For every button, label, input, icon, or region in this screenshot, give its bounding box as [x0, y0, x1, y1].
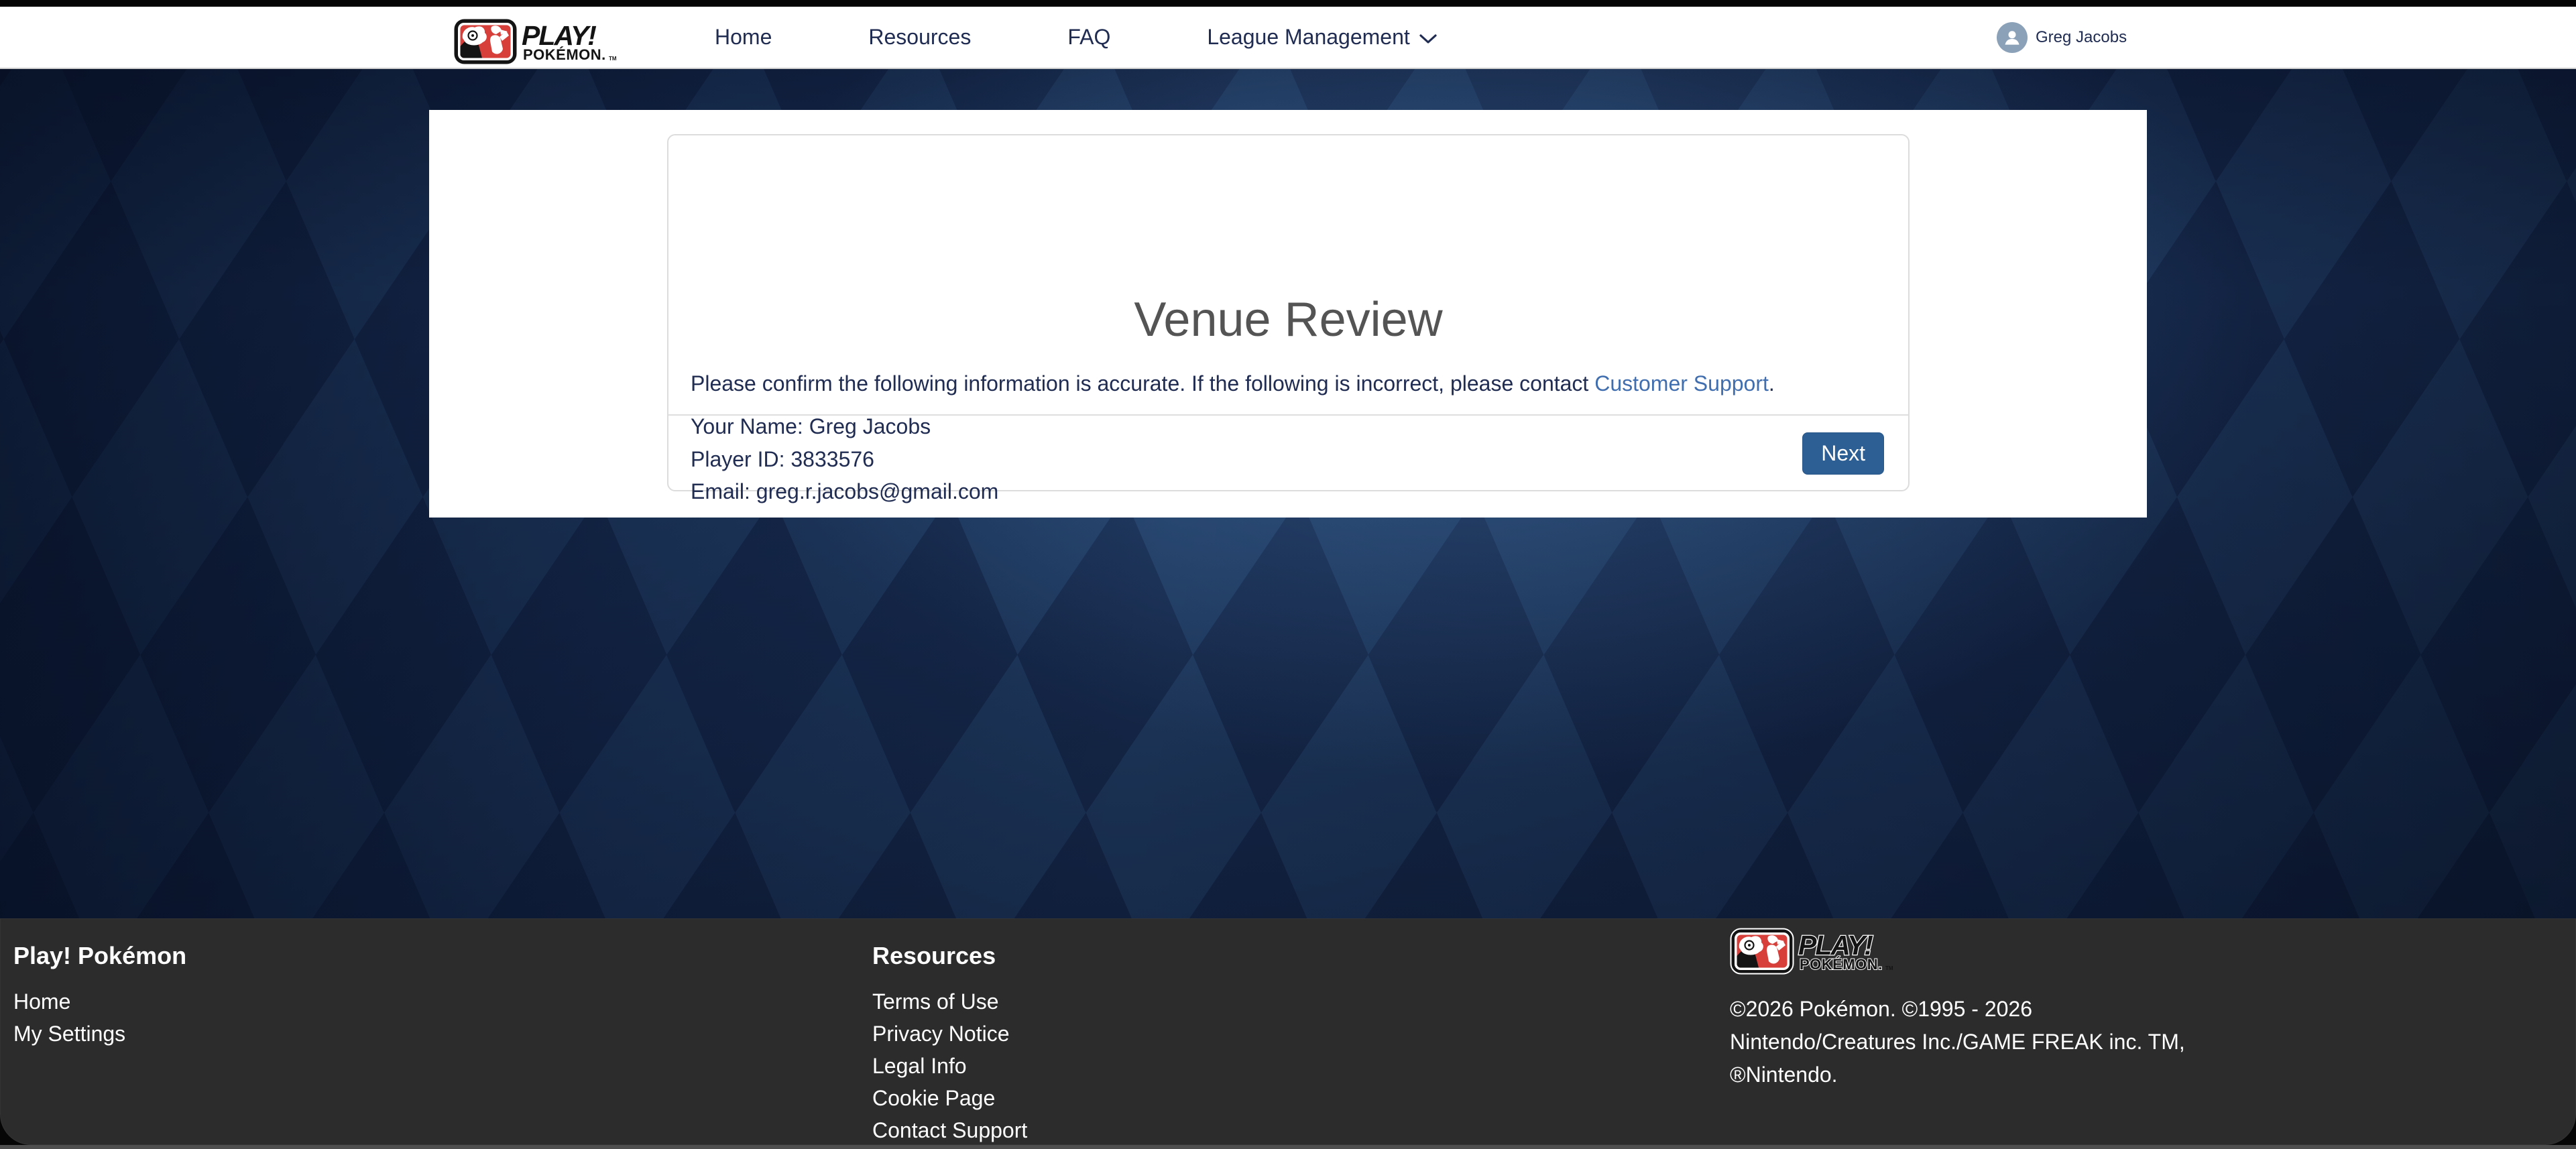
nav-item-faq[interactable]: FAQ	[1019, 7, 1159, 68]
nav-item-home[interactable]: Home	[666, 7, 820, 68]
play-pokemon-logo-footer: PLAY! POKÉMON. TM	[1730, 928, 1931, 975]
footer-column-resources: Resources Terms of Use Privacy Notice Le…	[872, 940, 1027, 1146]
logo-tm-mark: TM	[609, 56, 617, 62]
instructions-text-suffix: .	[1769, 371, 1775, 396]
footer-column-legal: PLAY! POKÉMON. TM ©2026 Pokémon. ©1995 -…	[1730, 928, 2185, 1091]
footer-link-legal-info[interactable]: Legal Info	[872, 1050, 1027, 1082]
customer-support-link[interactable]: Customer Support	[1594, 371, 1769, 396]
copyright-line: ®Nintendo.	[1730, 1059, 2185, 1091]
copyright-line: ©2026 Pokémon. ©1995 - 2026	[1730, 993, 2185, 1026]
footer-links: Terms of Use Privacy Notice Legal Info C…	[872, 985, 1027, 1146]
person-icon	[2002, 27, 2022, 48]
card-footer: Next	[668, 414, 1908, 490]
play-pokemon-badge-icon	[455, 19, 517, 64]
nav-links: Home Resources FAQ League Management	[666, 7, 1485, 68]
footer-link-home[interactable]: Home	[13, 985, 186, 1018]
play-pokemon-logo[interactable]: PLAY! POKÉMON. TM	[453, 18, 654, 65]
user-menu[interactable]: Greg Jacobs	[1997, 7, 2127, 68]
nav-item-home-label: Home	[715, 25, 772, 50]
footer-baseboard	[0, 1145, 2576, 1149]
footer-link-privacy-notice[interactable]: Privacy Notice	[872, 1018, 1027, 1050]
footer-link-cookie-page[interactable]: Cookie Page	[872, 1082, 1027, 1114]
footer-link-terms-of-use[interactable]: Terms of Use	[872, 985, 1027, 1018]
footer-links: Home My Settings	[13, 985, 186, 1050]
play-pokemon-badge-icon	[1731, 929, 1794, 974]
copyright-line: Nintendo/Creatures Inc./GAME FREAK inc. …	[1730, 1026, 2185, 1059]
instructions-text: Please confirm the following information…	[691, 371, 1594, 396]
nav-item-resources[interactable]: Resources	[820, 7, 1019, 68]
confirmation-instructions: Please confirm the following information…	[691, 367, 1891, 400]
nav-item-faq-label: FAQ	[1067, 25, 1110, 50]
footer-link-contact-support[interactable]: Contact Support	[872, 1114, 1027, 1146]
user-name: Greg Jacobs	[2036, 28, 2127, 47]
logo-pokemon-wordmark: POKÉMON.	[523, 46, 606, 63]
navbar: PLAY! POKÉMON. TM Home Resources FAQ Lea…	[0, 7, 2576, 69]
top-window-strip	[0, 0, 2576, 7]
footer-panel: Play! Pokémon Home My Settings Resources…	[0, 918, 2576, 1145]
footer-heading: Play! Pokémon	[13, 940, 186, 972]
page-title: Venue Review	[668, 291, 1908, 349]
footer-link-my-settings[interactable]: My Settings	[13, 1018, 186, 1050]
nav-item-league-management[interactable]: League Management	[1159, 7, 1484, 68]
copyright-text: ©2026 Pokémon. ©1995 - 2026 Nintendo/Cre…	[1730, 993, 2185, 1091]
footer-column-play-pokemon: Play! Pokémon Home My Settings	[13, 940, 186, 1050]
nav-item-league-management-label: League Management	[1207, 25, 1409, 50]
logo-tm-mark: TM	[1885, 965, 1893, 971]
nav-item-resources-label: Resources	[868, 25, 971, 50]
footer: Play! Pokémon Home My Settings Resources…	[0, 918, 2576, 1149]
next-button[interactable]: Next	[1802, 432, 1884, 475]
chevron-down-icon	[1419, 34, 1437, 44]
user-avatar	[1997, 22, 2028, 53]
footer-heading: Resources	[872, 940, 1027, 972]
venue-review-card: Venue Review Please confirm the followin…	[667, 134, 1910, 491]
logo-pokemon-wordmark: POKÉMON.	[1800, 956, 1883, 973]
